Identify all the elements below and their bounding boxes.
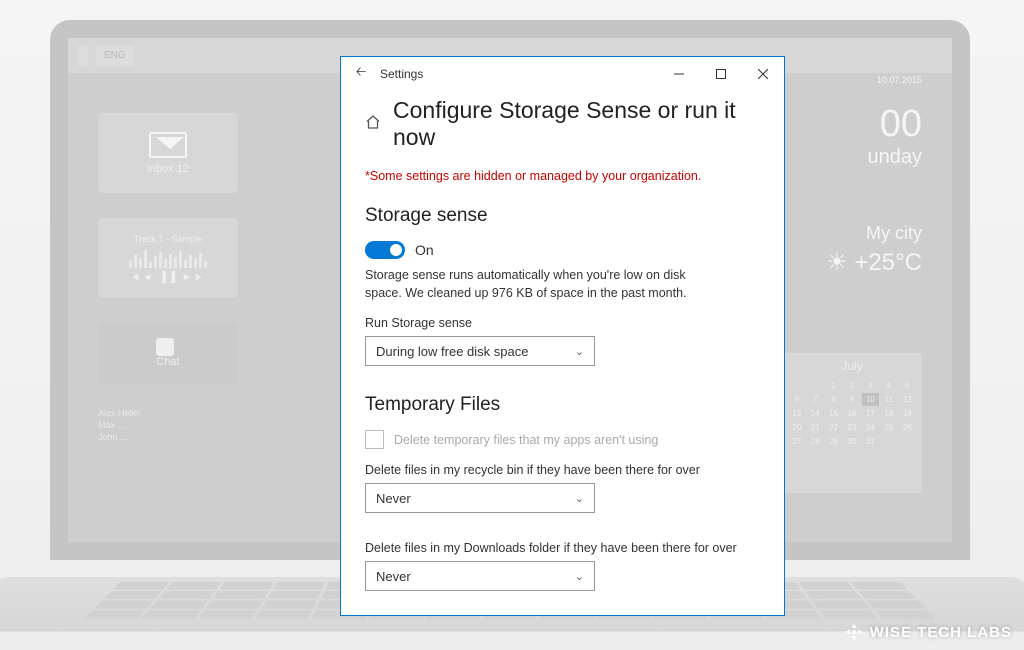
maximize-icon — [716, 69, 726, 79]
downloads-label: Delete files in my Downloads folder if t… — [365, 541, 760, 555]
recycle-bin-dropdown[interactable]: Never ⌄ — [365, 483, 595, 513]
close-button[interactable] — [742, 58, 784, 90]
mail-icon — [149, 132, 187, 158]
downloads-dropdown[interactable]: Never ⌄ — [365, 561, 595, 591]
music-tile: Track 1 - Sample ◄◄ ▐▐ ►► — [98, 218, 238, 298]
window-title: Settings — [380, 67, 423, 81]
track-label: Track 1 - Sample — [134, 234, 202, 244]
mail-tile: inbox 12 — [98, 113, 238, 193]
maximize-button[interactable] — [700, 58, 742, 90]
close-icon — [758, 69, 768, 79]
tiles-column: inbox 12 Track 1 - Sample ◄◄ ▐▐ ►► Chat — [68, 73, 238, 542]
player-controls: ◄◄ ▐▐ ►► — [130, 272, 205, 283]
temp-files-heading: Temporary Files — [365, 394, 760, 416]
clock-time: 00 — [762, 103, 922, 146]
storage-sense-toggle[interactable] — [365, 241, 405, 259]
downloads-value: Never — [376, 569, 411, 584]
clock-widget: 10.07.2015 00 unday — [762, 103, 922, 169]
page-title: Configure Storage Sense or run it now — [393, 97, 760, 151]
chat-label: Chat — [156, 356, 179, 368]
org-warning-text: *Some settings are hidden or managed by … — [365, 169, 760, 183]
page-header: Configure Storage Sense or run it now — [365, 97, 760, 151]
calendar-month: July — [788, 359, 916, 373]
chevron-down-icon: ⌄ — [575, 492, 584, 505]
chevron-down-icon: ⌄ — [575, 570, 584, 583]
storage-sense-heading: Storage sense — [365, 205, 760, 227]
chevron-down-icon: ⌄ — [575, 345, 584, 358]
storage-sense-toggle-label: On — [415, 242, 434, 258]
delete-temp-files-row: Delete temporary files that my apps aren… — [365, 430, 760, 449]
weather-temp: +25°C — [854, 249, 922, 276]
storage-sense-description: Storage sense runs automatically when yo… — [365, 267, 715, 302]
home-icon[interactable] — [365, 114, 381, 135]
run-storage-sense-label: Run Storage sense — [365, 316, 760, 330]
titlebar: 🡠 Settings — [341, 57, 784, 91]
watermark-text: WISE TECH LABS — [870, 624, 1012, 641]
back-button[interactable]: 🡠 — [351, 63, 371, 85]
delete-temp-files-label: Delete temporary files that my apps aren… — [394, 433, 658, 447]
recycle-bin-label: Delete files in my recycle bin if they h… — [365, 463, 760, 477]
storage-sense-toggle-row: On — [365, 241, 760, 259]
mail-label: inbox 12 — [147, 163, 189, 175]
run-storage-sense-dropdown[interactable]: During low free disk space ⌄ — [365, 336, 595, 366]
settings-window: 🡠 Settings Configure Storage Sense or ru… — [340, 56, 785, 616]
watermark: WISE TECH LABS — [844, 622, 1012, 642]
window-body[interactable]: Configure Storage Sense or run it now *S… — [341, 91, 784, 615]
calendar-grid: 12345 6789101112 13141516171819 20212223… — [788, 379, 916, 448]
chat-tile: Chat — [98, 323, 238, 383]
lang-indicator: ENG — [96, 46, 134, 66]
weather-city: My city — [782, 223, 922, 244]
recycle-bin-value: Never — [376, 491, 411, 506]
chat-icon — [156, 338, 174, 356]
weather-widget: My city ☀ +25°C — [782, 223, 922, 277]
minimize-icon — [674, 69, 684, 79]
delete-temp-files-checkbox[interactable] — [365, 430, 384, 449]
clock-day: unday — [762, 146, 922, 169]
run-storage-sense-value: During low free disk space — [376, 344, 528, 359]
watermark-logo-icon — [844, 622, 864, 642]
minimize-button[interactable] — [658, 58, 700, 90]
chat-list: Alex Hello! Max … John … — [98, 408, 238, 442]
calendar-widget: July 12345 6789101112 13141516171819 202… — [782, 353, 922, 493]
